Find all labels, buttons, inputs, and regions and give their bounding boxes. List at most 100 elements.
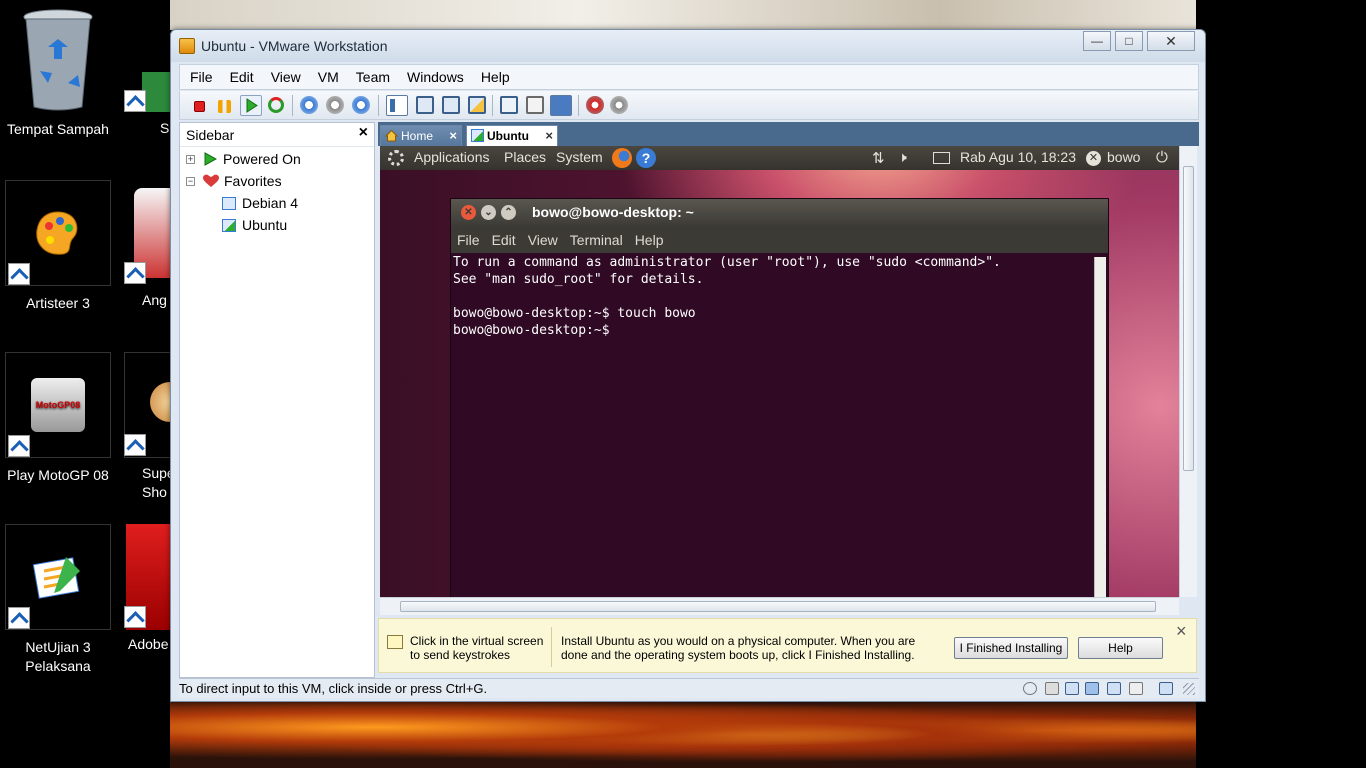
desktop-icon-motogp[interactable]: MotoGP08 Play MotoGP 08 — [3, 352, 113, 485]
hint-text: done and the operating system boots up, … — [561, 648, 915, 662]
sidebar-close-icon[interactable]: × — [359, 124, 368, 142]
tab-close-icon[interactable]: × — [545, 128, 553, 143]
user-status-icon: ✕ — [1086, 151, 1101, 166]
expand-icon[interactable]: + — [186, 154, 195, 164]
mail-icon[interactable] — [933, 152, 950, 164]
sound-card-icon[interactable] — [1129, 682, 1143, 695]
desktop-icon-artisteer[interactable]: Artisteer 3 — [3, 180, 113, 313]
menu-team[interactable]: Team — [356, 69, 390, 85]
desktop-icon-partial-4[interactable]: Adobe — [122, 524, 170, 654]
maximize-button[interactable]: □ — [1115, 31, 1143, 51]
menu-edit[interactable]: Edit — [230, 69, 254, 85]
terminal-menu-view[interactable]: View — [528, 232, 558, 248]
tab-close-icon[interactable]: × — [449, 128, 457, 143]
replay-icon[interactable] — [610, 96, 628, 114]
minimize-button[interactable]: — — [1083, 31, 1111, 51]
terminal-close-icon[interactable]: ✕ — [461, 205, 476, 220]
i-finished-installing-button[interactable]: I Finished Installing — [954, 637, 1068, 659]
snapshot-icon[interactable] — [300, 96, 318, 114]
terminal-menu-edit[interactable]: Edit — [492, 232, 516, 248]
network-adapter-icon[interactable] — [1085, 682, 1099, 695]
terminal-minimize-icon[interactable]: ⌄ — [481, 205, 496, 220]
user-menu[interactable]: bowo — [1107, 149, 1140, 165]
terminal-output[interactable]: To run a command as administrator (user … — [451, 253, 1108, 339]
toolbar — [179, 91, 1199, 120]
firefox-icon[interactable] — [612, 148, 632, 168]
hint-text: Install Ubuntu as you would on a physica… — [561, 634, 916, 648]
motogp-icon: MotoGP08 — [5, 352, 111, 458]
menu-help[interactable]: Help — [481, 69, 510, 85]
hint-text: Click in the virtual screen — [410, 634, 544, 648]
places-menu[interactable]: Places — [504, 149, 546, 165]
play-icon — [204, 152, 217, 166]
app-icon — [142, 72, 170, 112]
menu-vm[interactable]: VM — [318, 69, 339, 85]
horizontal-scrollbar[interactable] — [380, 597, 1179, 615]
terminal-title-bar[interactable]: ✕ ⌄ ⌃ bowo@bowo-desktop: ~ — [451, 199, 1108, 227]
desktop-icon-recycle-bin[interactable]: Tempat Sampah — [3, 6, 113, 139]
reset-icon[interactable] — [268, 97, 284, 113]
close-button[interactable]: ✕ — [1147, 31, 1195, 51]
title-bar[interactable]: Ubuntu - VMware Workstation — □ ✕ — [171, 30, 1205, 62]
sidebar-item-debian[interactable]: Debian 4 — [222, 195, 298, 211]
terminal-line: bowo@bowo-desktop:~$ touch bowo — [453, 306, 696, 321]
hard-disk-icon[interactable] — [1045, 682, 1059, 695]
guest-screen[interactable]: Applications Places System ? ⇅ 🕨 Rab Agu… — [380, 146, 1179, 597]
desktop-icon-label: Play MotoGP 08 — [7, 467, 109, 483]
clock[interactable]: Rab Agu 10, 18:23 — [960, 149, 1076, 165]
sidebar-item-ubuntu[interactable]: Ubuntu — [222, 217, 287, 233]
quick-switch-icon[interactable] — [442, 96, 460, 114]
network-icon[interactable]: ⇅ — [872, 149, 885, 167]
usb-icon[interactable] — [1107, 682, 1121, 695]
terminal-menu-terminal[interactable]: Terminal — [570, 232, 623, 248]
applications-menu[interactable]: Applications — [414, 149, 490, 165]
help-button[interactable]: Help — [1078, 637, 1163, 659]
suspend-icon[interactable] — [218, 100, 231, 113]
terminal-menu-help[interactable]: Help — [635, 232, 664, 248]
power-off-icon[interactable] — [194, 101, 205, 112]
scrollbar-thumb[interactable] — [1183, 166, 1194, 471]
terminal-window[interactable]: ✕ ⌄ ⌃ bowo@bowo-desktop: ~ File Edit Vie… — [450, 198, 1109, 597]
help-icon[interactable]: ? — [636, 148, 656, 168]
menu-view[interactable]: View — [271, 69, 301, 85]
vertical-scrollbar[interactable] — [1179, 146, 1197, 597]
terminal-prompt: bowo@bowo-desktop:~$ — [453, 323, 618, 338]
system-menu[interactable]: System — [556, 149, 603, 165]
terminal-menu-file[interactable]: File — [457, 232, 480, 248]
volume-icon[interactable]: 🕨 — [898, 149, 907, 166]
terminal-maximize-icon[interactable]: ⌃ — [501, 205, 516, 220]
snapshot-manager-icon[interactable] — [352, 96, 370, 114]
thumbnail-view-icon[interactable] — [526, 96, 544, 114]
cd-drive-icon[interactable] — [1023, 682, 1037, 695]
tab-strip: Home × Ubuntu × — [378, 122, 1199, 146]
console-view-icon[interactable] — [500, 96, 518, 114]
desktop-icon-partial-3[interactable]: SupeSho — [122, 352, 170, 502]
record-icon[interactable] — [586, 96, 604, 114]
summary-view-button[interactable] — [550, 95, 572, 116]
desktop-icon-partial-2[interactable]: Ang — [122, 180, 170, 310]
scrollbar-thumb[interactable] — [400, 601, 1156, 612]
floppy-icon[interactable] — [1065, 682, 1079, 695]
sidebar-item-favorites[interactable]: − Favorites — [186, 173, 282, 189]
desktop-icon-label: NetUjian 3 Pelaksana — [25, 639, 91, 674]
shutdown-icon[interactable]: ⏻ — [1156, 149, 1168, 166]
collapse-icon[interactable]: − — [186, 176, 195, 186]
desktop-icon-partial-1[interactable]: S — [122, 60, 170, 160]
terminal-scrollbar[interactable] — [1094, 257, 1106, 597]
menu-windows[interactable]: Windows — [407, 69, 464, 85]
sidebar-item-powered-on[interactable]: + Powered On — [186, 151, 301, 167]
power-on-button[interactable] — [240, 95, 262, 116]
unity-icon[interactable] — [468, 96, 486, 114]
desktop-icon-netujian[interactable]: NetUjian 3 Pelaksana — [3, 524, 113, 676]
terminal-line: See "man sudo_root" for details. — [453, 272, 704, 287]
sidebar-toggle-button[interactable] — [386, 95, 408, 116]
revert-snapshot-icon[interactable] — [326, 96, 344, 114]
hint-close-icon[interactable]: × — [1176, 621, 1187, 642]
menu-file[interactable]: File — [190, 69, 213, 85]
message-log-icon[interactable] — [1159, 682, 1173, 695]
resize-grip-icon[interactable] — [1183, 683, 1195, 695]
desktop: Tempat Sampah Artisteer 3 MotoGP08 Play … — [0, 0, 1366, 768]
full-screen-icon[interactable] — [416, 96, 434, 114]
tab-ubuntu[interactable]: Ubuntu × — [466, 125, 558, 146]
tab-home[interactable]: Home × — [380, 125, 462, 146]
